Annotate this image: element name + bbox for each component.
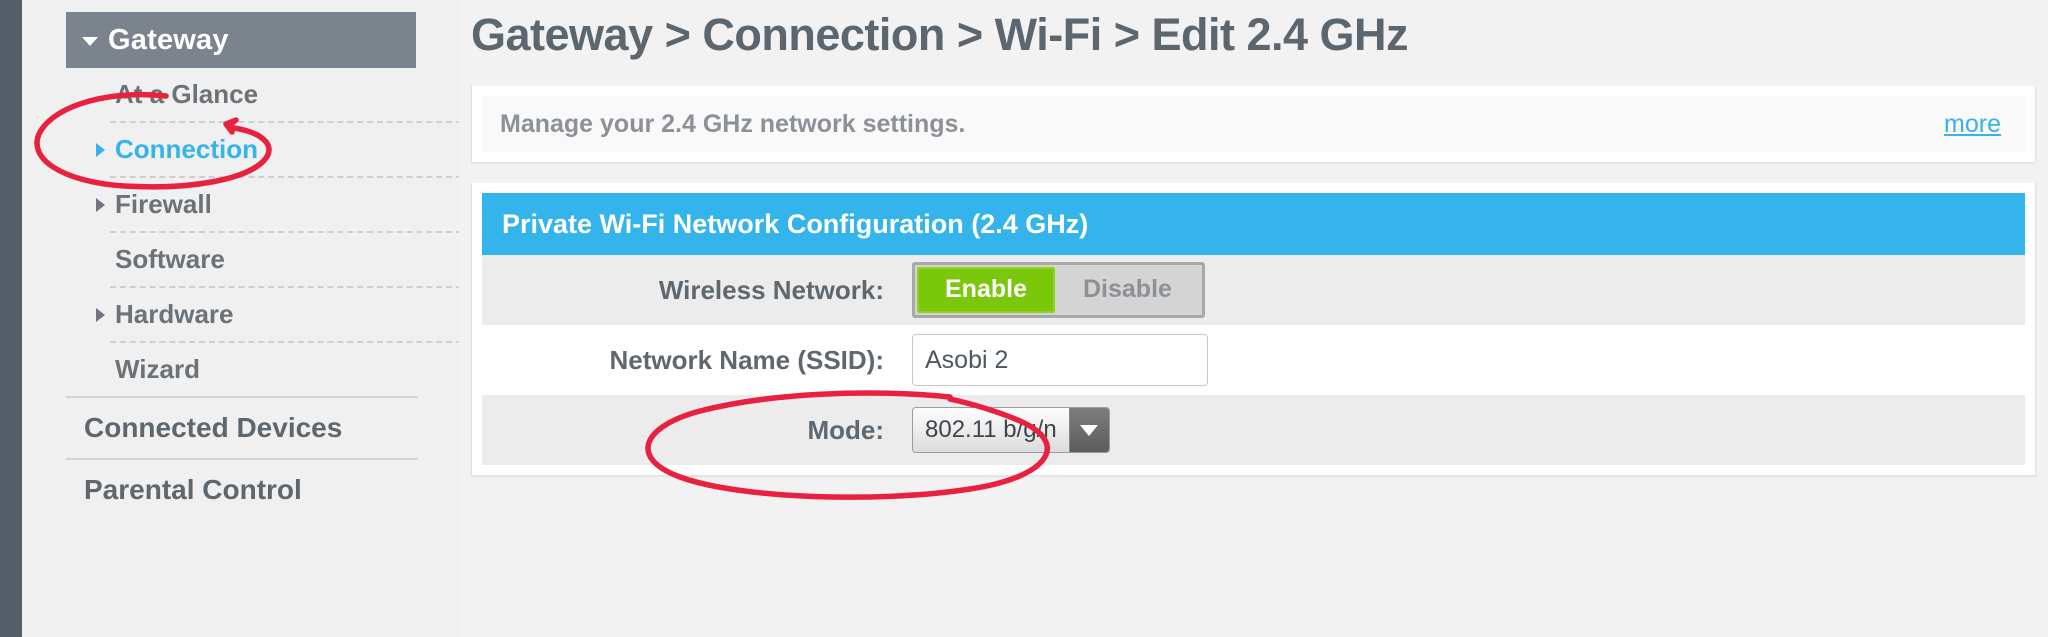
sidebar-item-label: Hardware (115, 299, 234, 329)
form-row-wireless-network: Wireless Network: Enable Disable (482, 255, 2025, 325)
form-field: 802.11 b/g/n (912, 407, 2025, 453)
sidebar-item-connected-devices[interactable]: Connected Devices (66, 398, 418, 458)
sidebar-item-parental-control[interactable]: Parental Control (66, 460, 418, 520)
wireless-network-toggle[interactable]: Enable Disable (912, 262, 1205, 318)
sidebar-item-hardware[interactable]: Hardware (66, 288, 418, 341)
form-row-ssid: Network Name (SSID): (482, 325, 2025, 395)
sidebar-item-label: Connection (115, 134, 258, 164)
form-row-mode: Mode: 802.11 b/g/n (482, 395, 2025, 465)
sidebar-item-label: Firewall (115, 189, 212, 219)
sidebar-header-label: Gateway (108, 23, 229, 56)
wifi-config-card: Private Wi-Fi Network Configuration (2.4… (471, 183, 2036, 476)
mode-select[interactable]: 802.11 b/g/n (912, 407, 1110, 453)
sidebar-item-firewall[interactable]: Firewall (66, 178, 418, 231)
sidebar-item-connection[interactable]: Connection (66, 123, 418, 176)
sidebar-nav-list: At a Glance Connection Firewall Software… (66, 68, 462, 396)
caret-right-icon (96, 197, 105, 212)
info-row: Manage your 2.4 GHz network settings. mo… (482, 96, 2025, 152)
form-field: Enable Disable (912, 262, 2025, 318)
sidebar-item-software[interactable]: Software (66, 233, 418, 286)
ssid-input[interactable] (912, 334, 1208, 386)
sidebar-item-wizard[interactable]: Wizard (66, 343, 418, 396)
info-text: Manage your 2.4 GHz network settings. (500, 109, 966, 138)
caret-down-icon (82, 37, 98, 46)
sidebar-item-at-a-glance[interactable]: At a Glance (66, 68, 418, 121)
sidebar-header-gateway[interactable]: Gateway (66, 12, 416, 68)
sidebar: Gateway At a Glance Connection Firewall … (22, 0, 462, 637)
section-header-label: Private Wi-Fi Network Configuration (2.4… (502, 208, 1089, 239)
left-rail-inner (0, 0, 22, 637)
form-label: Network Name (SSID): (609, 344, 885, 375)
form-label: Mode: (807, 414, 884, 445)
info-card: Manage your 2.4 GHz network settings. mo… (471, 86, 2036, 163)
disable-button[interactable]: Disable (1055, 267, 1200, 313)
sidebar-item-label: At a Glance (115, 79, 259, 109)
info-card-padding: Manage your 2.4 GHz network settings. mo… (472, 86, 2035, 162)
caret-right-icon (96, 307, 105, 322)
enable-button[interactable]: Enable (917, 267, 1055, 313)
left-rail (0, 0, 22, 637)
form-label: Wireless Network: (658, 274, 884, 305)
mode-select-value: 802.11 b/g/n (913, 408, 1069, 452)
section-header: Private Wi-Fi Network Configuration (2.4… (482, 193, 2025, 255)
sidebar-group-label: Connected Devices (84, 412, 343, 443)
sidebar-item-label: Software (115, 244, 225, 274)
sidebar-group-label: Parental Control (84, 474, 302, 505)
page-title breadcrumb: Gateway > Connection > Wi-Fi > Edit 2.4 … (471, 9, 1409, 60)
sidebar-item-label: Wizard (115, 354, 200, 384)
chevron-down-icon[interactable] (1068, 408, 1109, 452)
more-link[interactable]: more (1944, 110, 2001, 139)
app-root: Gateway At a Glance Connection Firewall … (0, 0, 2048, 637)
caret-right-icon (96, 142, 105, 157)
form-field (912, 334, 2025, 386)
config-card-padding: Private Wi-Fi Network Configuration (2.4… (472, 183, 2035, 475)
main-content: Gateway > Connection > Wi-Fi > Edit 2.4 … (459, 0, 2048, 637)
